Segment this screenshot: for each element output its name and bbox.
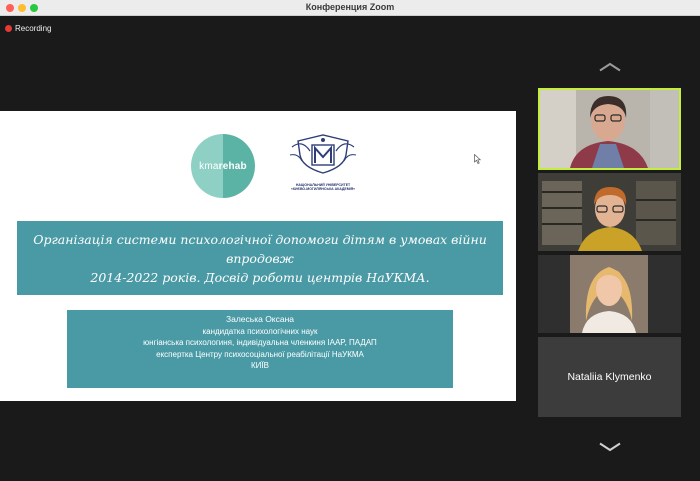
- scroll-up-button[interactable]: [597, 60, 623, 74]
- author-info-box: Залеська Оксана кандидатка психологічних…: [67, 310, 453, 388]
- participant-video-frame: [538, 173, 681, 251]
- recording-label: Recording: [15, 24, 52, 33]
- participant-video-frame: [538, 255, 681, 333]
- chevron-up-icon: [599, 62, 621, 72]
- participant-name-tile[interactable]: Nataliia Klymenko: [538, 337, 681, 417]
- author-name: Залеська Оксана: [225, 314, 295, 324]
- seal-caption: НАЦІОНАЛЬНИЙ УНІВЕРСИТЕТ «КИЄВО-МОГИЛЯНС…: [286, 183, 360, 191]
- participant-video-frame: [540, 90, 679, 168]
- window-titlebar: Конференция Zoom: [0, 0, 700, 16]
- slide-title-line-1: Організація системи психологічної допомо…: [33, 231, 487, 266]
- scroll-down-button[interactable]: [597, 440, 623, 454]
- slide-title-box: Організація системи психологічної допомо…: [17, 221, 503, 295]
- window-title: Конференция Zoom: [305, 2, 395, 12]
- author-city: КИЇВ: [251, 361, 269, 370]
- slide-title: Організація системи психологічної допомо…: [31, 230, 489, 287]
- logo-text: kmarehab: [199, 161, 247, 172]
- mouse-cursor-icon: [474, 154, 481, 164]
- recording-dot-icon: [5, 25, 12, 32]
- slide-title-line-2: 2014-2022 років. Досвід роботи центрів Н…: [90, 269, 430, 285]
- kmarehab-logo: kmarehab: [191, 134, 255, 198]
- shared-slide: kmarehab НАЦІОНАЛЬНИЙ УНІВЕРСИТЕТ «КИЄВО…: [0, 111, 516, 401]
- author-membership: юнгіанська психологиня, індивідуальна чл…: [143, 338, 377, 347]
- author-degree: кандидатка психологічних наук: [202, 326, 318, 336]
- author-role: експертка Центру психосоціальної реабілі…: [156, 349, 364, 359]
- participant-video-tile[interactable]: [538, 255, 681, 333]
- participant-video-tile[interactable]: [538, 88, 681, 170]
- recording-indicator[interactable]: Recording: [5, 24, 51, 33]
- participant-name: Nataliia Klymenko: [567, 371, 652, 383]
- logo-text-right: rehab: [218, 160, 247, 172]
- chevron-down-icon: [599, 442, 621, 452]
- participant-video-tile[interactable]: [538, 173, 681, 251]
- seal-caption-line-2: «КИЄВО-МОГИЛЯНСЬКА АКАДЕМІЯ»: [290, 187, 356, 191]
- logo-text-left: kma: [199, 160, 219, 172]
